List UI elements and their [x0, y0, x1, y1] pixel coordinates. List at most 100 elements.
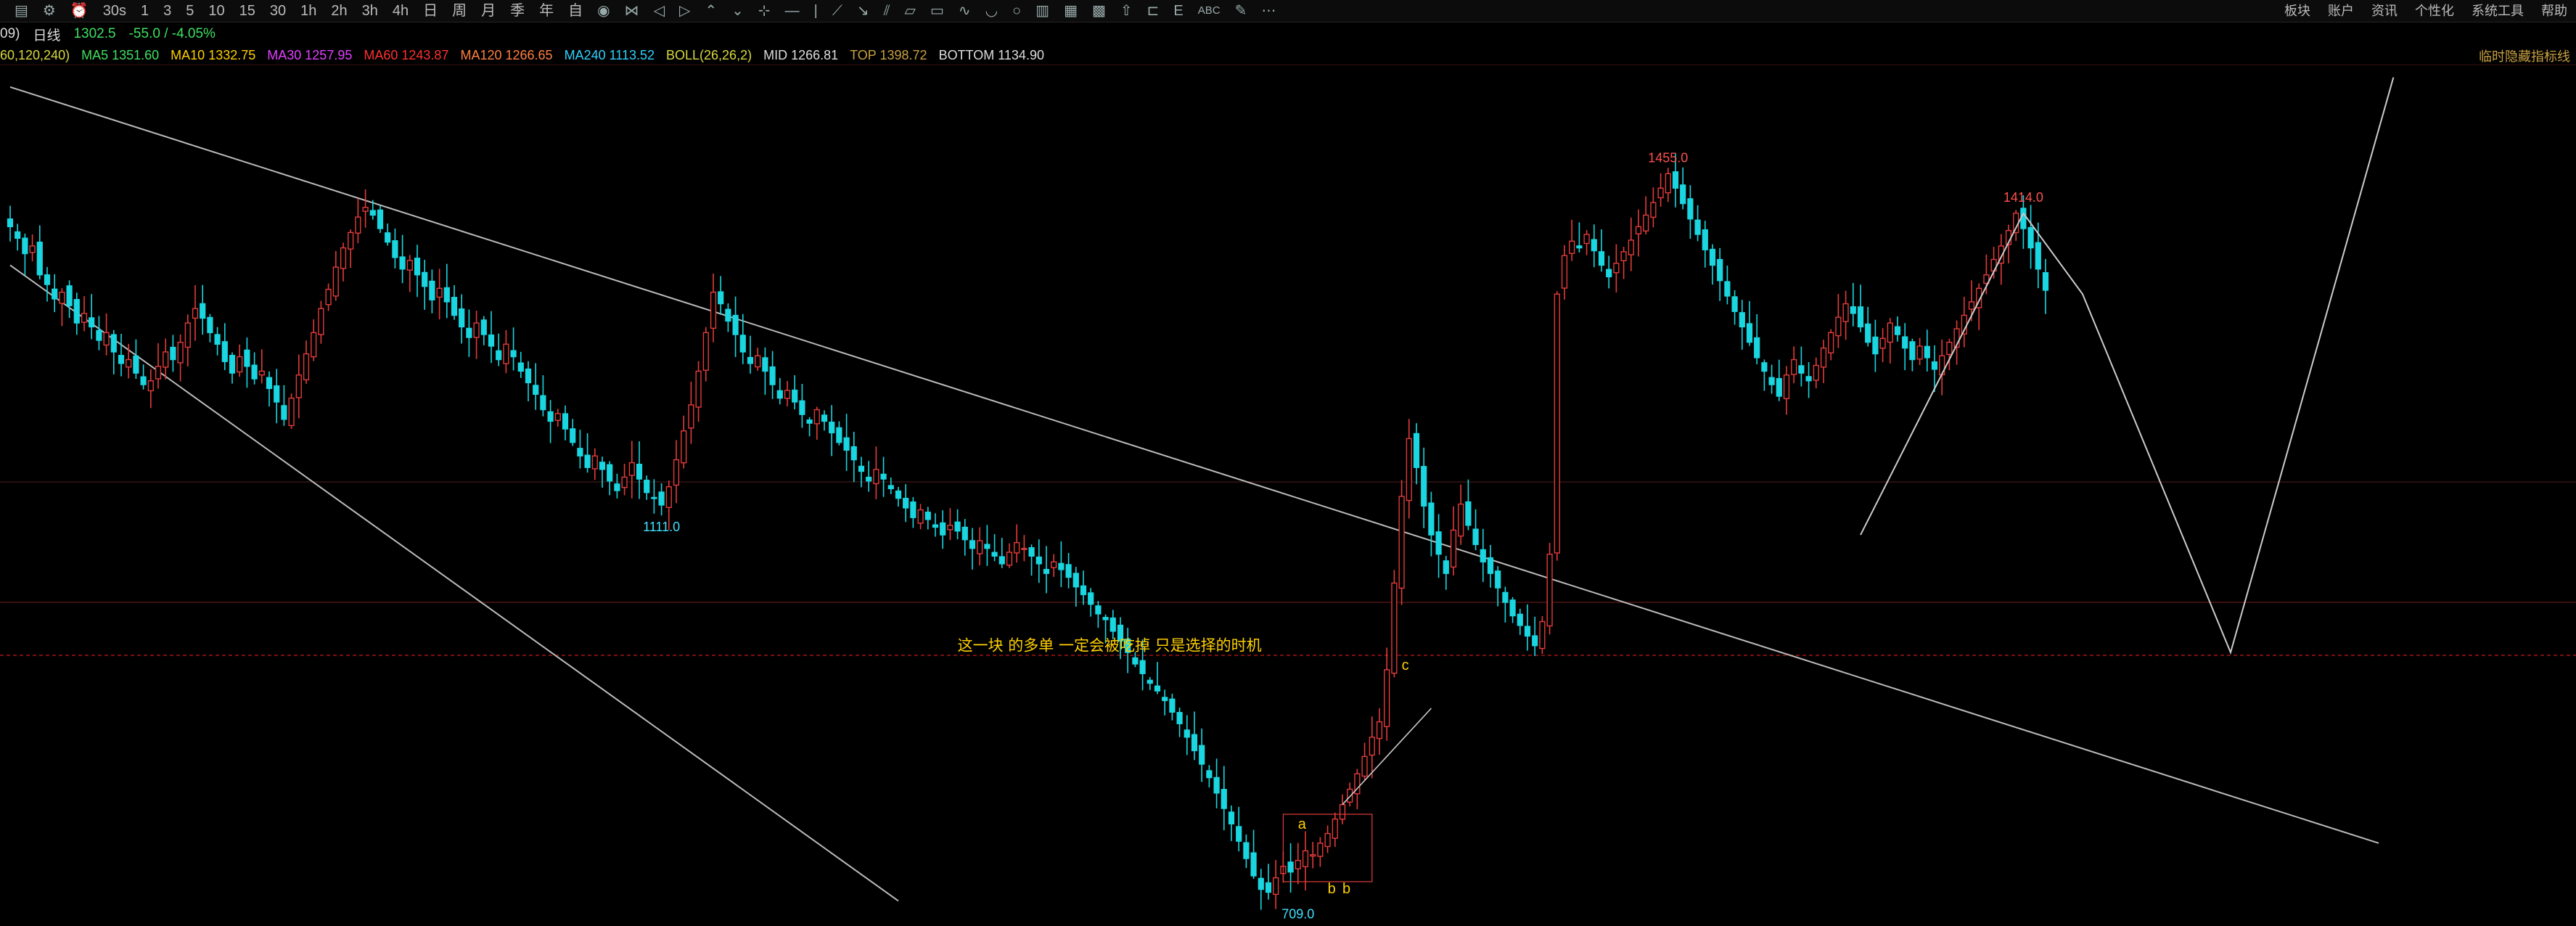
period-button[interactable]: 4h: [385, 0, 416, 22]
candlestick-chart[interactable]: 1111.0 709.0 1455.0 1414.0 这一块 的多单 一定会被吃掉 只是…: [0, 65, 2576, 926]
vline-icon[interactable]: |: [807, 0, 825, 22]
period-button[interactable]: 5: [179, 0, 201, 22]
period-button[interactable]: 30: [263, 0, 293, 22]
menu-item[interactable]: 账户: [2319, 0, 2363, 22]
arrows-up-icon[interactable]: ⌃: [697, 0, 724, 22]
candle-body: [1591, 239, 1597, 252]
arrows-down-icon[interactable]: ⌄: [724, 0, 751, 22]
abc-icon[interactable]: ABC: [1191, 0, 1228, 22]
menu-item[interactable]: 资讯: [2363, 0, 2406, 22]
alarm-icon[interactable]: ⏰: [63, 0, 96, 22]
candle-body: [1021, 547, 1027, 550]
period-button[interactable]: 1: [134, 0, 156, 22]
candle-body: [2035, 242, 2041, 270]
candle-body: [850, 446, 857, 461]
candle-body: [66, 285, 73, 306]
wave-icon[interactable]: ⟋: [825, 0, 850, 22]
ma-params[interactable]: 60,120,240): [0, 48, 70, 63]
channel-icon[interactable]: ▦: [1057, 0, 1085, 22]
toolbar: ▤ ⚙ ⏰ 30s 1 3 5 10 15 30 1h 2h 3h 4h 日周月季年自 ◉ ⋈ ◁ ▷ ⌃ ⌄ ⊹ — | ⟋ ↘…: [0, 0, 2576, 22]
trend-icon[interactable]: ⫽: [877, 0, 898, 22]
candle-body: [1480, 549, 1486, 562]
candle-body: [7, 218, 14, 228]
candle-body: [917, 509, 924, 524]
candle-body: [288, 397, 295, 427]
period-button[interactable]: 3: [156, 0, 179, 22]
candle-body: [688, 404, 694, 429]
forward-icon[interactable]: ▷: [672, 0, 697, 22]
period-button[interactable]: 15: [232, 0, 263, 22]
period-button[interactable]: 年: [532, 0, 561, 22]
candle-body: [1339, 804, 1346, 820]
candle-body: [762, 357, 768, 372]
cursor-icon[interactable]: ⊹: [751, 0, 778, 22]
candle-body: [177, 341, 184, 364]
period-button[interactable]: 1h: [293, 0, 324, 22]
candle-body: [1228, 811, 1235, 824]
candle-body: [1857, 306, 1864, 328]
period-button[interactable]: 3h: [355, 0, 385, 22]
parallel-icon[interactable]: ▱: [898, 0, 923, 22]
period-button[interactable]: 2h: [324, 0, 354, 22]
candle-body: [406, 260, 413, 271]
arrow-icon[interactable]: ⇧: [1113, 0, 1140, 22]
candle-body: [784, 390, 791, 399]
candle-body: [1916, 345, 1923, 360]
toolbar-left: ▤ ⚙ ⏰ 30s 1 3 5 10 15 30 1h 2h 3h 4h 日周月季年自 ◉ ⋈ ◁ ▷ ⌃ ⌄ ⊹ — | ⟋ ↘…: [0, 0, 1283, 22]
text-icon[interactable]: E: [1166, 0, 1190, 22]
eye-icon[interactable]: ◉: [590, 0, 617, 22]
price-label: 1111.0: [643, 520, 680, 534]
boll-mid-label: MID 1266.81: [763, 47, 839, 62]
fib-icon[interactable]: ▥: [1028, 0, 1057, 22]
arc-icon[interactable]: ◡: [978, 0, 1005, 22]
candle-body: [1717, 258, 1723, 282]
candle-body: [155, 366, 162, 380]
shape-icon[interactable]: ⋈: [618, 0, 647, 22]
grid-icon[interactable]: ▩: [1085, 0, 1113, 22]
candle-body: [73, 299, 80, 324]
menu-item[interactable]: 帮助: [2532, 0, 2576, 22]
menu-item[interactable]: 系统工具: [2463, 0, 2532, 22]
candle-body: [355, 216, 361, 234]
period-button[interactable]: 日: [416, 0, 445, 22]
candle-body: [36, 241, 43, 276]
candle-body: [237, 356, 243, 373]
rect-icon[interactable]: ▭: [923, 0, 951, 22]
ray-icon[interactable]: ↘: [850, 0, 877, 22]
pencil-icon[interactable]: ✎: [1228, 0, 1255, 22]
circle-icon[interactable]: ○: [1005, 0, 1028, 22]
candle-body: [15, 231, 21, 239]
candle-body: [1273, 877, 1279, 896]
menu-item[interactable]: 板块: [2276, 0, 2319, 22]
period-button[interactable]: 月: [474, 0, 503, 22]
period-button[interactable]: 自: [561, 0, 590, 22]
hide-indicator-button[interactable]: 临时隐藏指标线: [2479, 46, 2570, 65]
candle-body: [799, 400, 805, 415]
period-selector[interactable]: 日线: [33, 25, 60, 44]
period-button[interactable]: 季: [503, 0, 532, 22]
candle-body: [673, 459, 680, 486]
ma10-label: MA10 1332.75: [171, 47, 256, 62]
period-button[interactable]: 30s: [96, 0, 134, 22]
measure-icon[interactable]: ⊏: [1140, 0, 1167, 22]
menu-item[interactable]: 个性化: [2406, 0, 2463, 22]
candle-body: [621, 476, 628, 488]
back-icon[interactable]: ◁: [647, 0, 672, 22]
line-icon[interactable]: —: [778, 0, 807, 22]
layout-icon[interactable]: ▤: [7, 0, 36, 22]
candle-body: [533, 385, 539, 396]
candle-body: [1406, 438, 1412, 501]
period-button[interactable]: 10: [201, 0, 231, 22]
candle-body: [1687, 198, 1694, 220]
candle-body: [1206, 770, 1213, 779]
period-button[interactable]: 周: [445, 0, 474, 22]
candle-body: [140, 376, 147, 385]
boll-label[interactable]: BOLL(26,26,2): [666, 48, 752, 63]
candle-body: [459, 308, 465, 328]
candle-body: [443, 287, 450, 303]
candle-body: [2020, 208, 2027, 229]
candle-body: [59, 291, 65, 304]
wave2-icon[interactable]: ∿: [951, 0, 978, 22]
settings-icon[interactable]: ⚙: [36, 0, 63, 22]
more-icon[interactable]: ⋯: [1254, 0, 1283, 22]
